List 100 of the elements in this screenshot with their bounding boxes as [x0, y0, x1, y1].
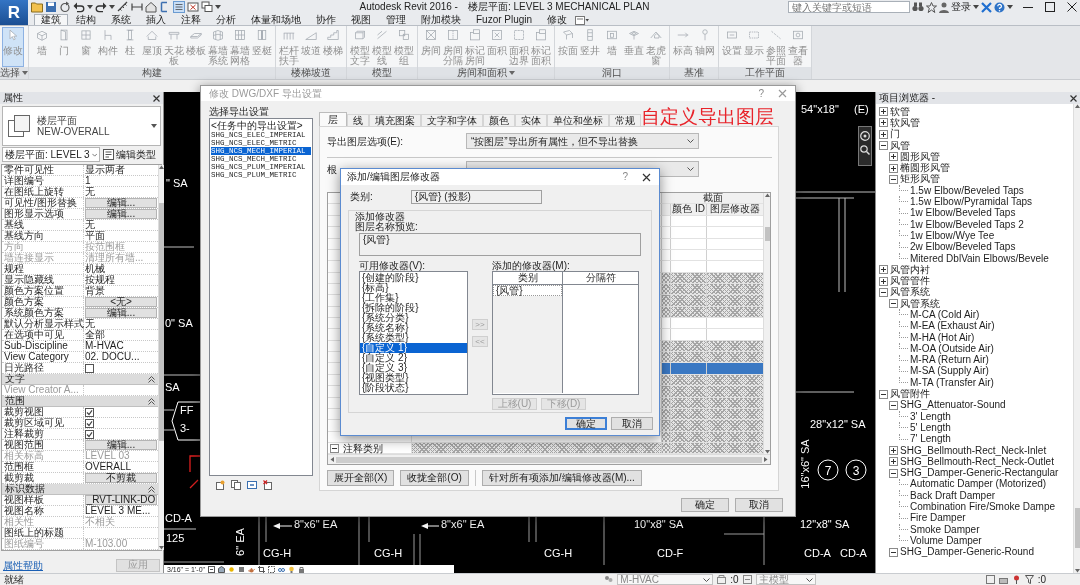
close-icon[interactable]	[642, 172, 651, 182]
list-item[interactable]: {自定义 3}	[360, 363, 467, 373]
minus-box-icon[interactable]	[330, 443, 339, 453]
tree-item[interactable]: Automatic Damper (Motorized)	[910, 479, 1047, 490]
binoculars-icon[interactable]	[912, 2, 924, 12]
zoom-icon[interactable]	[860, 145, 870, 155]
tree-item[interactable]: 风管系统	[900, 298, 940, 309]
plus-box-icon[interactable]	[879, 265, 888, 275]
undo-icon[interactable]	[73, 1, 85, 13]
ok-button[interactable]: 确定	[681, 498, 729, 512]
section-header[interactable]: 文字	[2, 374, 158, 385]
list-item[interactable]: {创建的阶段}	[360, 273, 467, 283]
checkbox[interactable]	[85, 418, 94, 428]
scroll-right-icon[interactable]	[764, 457, 768, 463]
chevron-down-icon[interactable]	[687, 139, 694, 143]
value-button[interactable]: 不剪裁	[85, 473, 157, 483]
square-outline-icon[interactable]	[985, 575, 995, 584]
list-item[interactable]: {标高}	[360, 283, 467, 293]
plus-box-icon[interactable]	[889, 457, 898, 467]
plus-box-icon[interactable]	[879, 107, 888, 117]
tree-item[interactable]: 椭圆形风管	[900, 163, 950, 174]
tree-item[interactable]: M-SA (Supply Air)	[910, 366, 989, 377]
minus-box-icon[interactable]	[879, 287, 888, 297]
expand-all-button[interactable]: 展开全部(X)	[327, 470, 395, 487]
tab[interactable]: 颜色	[483, 114, 515, 126]
tree-item[interactable]: Mitered DblVain Elbows/Bevele	[910, 253, 1049, 264]
minus-box-icon[interactable]	[889, 547, 898, 557]
list-item[interactable]: {系统分类}	[360, 313, 467, 323]
minus-box-icon[interactable]	[879, 389, 888, 399]
thin-lines-icon[interactable]	[173, 1, 185, 13]
crop-frame-icon[interactable]	[268, 565, 276, 573]
tree-item[interactable]: 2w Elbow/Beveled Taps	[910, 242, 1016, 253]
tree-item[interactable]: 风管管件	[890, 276, 930, 287]
design-option-dropdown[interactable]: 主模型	[755, 574, 816, 585]
tree-item[interactable]: 门	[890, 129, 900, 140]
teapot-icon[interactable]	[248, 565, 256, 573]
modifier-list[interactable]: {创建的阶段} {标高} {工作集} {拆除的阶段} {系统分类} {系统名称} {系统类型} {自定义 1} {自定义 2} {自定义 3} {视图类型} {阶段状态}	[359, 271, 468, 395]
value-button[interactable]: 编辑...	[85, 209, 157, 219]
delete-icon[interactable]	[263, 480, 273, 490]
tree-item[interactable]: Combination Fire/Smoke Dampe	[910, 502, 1056, 513]
new-setup-icon[interactable]	[215, 480, 225, 490]
design-options-icon[interactable]	[742, 575, 752, 584]
tree-item[interactable]: Smoke Damper	[910, 524, 980, 535]
cancel-button[interactable]: 取消	[735, 498, 783, 512]
tab[interactable]: 线	[347, 114, 369, 126]
tab[interactable]: 实体	[515, 114, 547, 126]
minus-box-icon[interactable]	[889, 468, 898, 478]
edit-modifiers-button[interactable]: 针对所有项添加/编辑修改器(M)...	[481, 470, 642, 487]
scroll-thumb[interactable]	[1074, 508, 1080, 548]
chevron-down-icon[interactable]	[687, 167, 694, 171]
switch-windows-icon[interactable]	[201, 1, 213, 13]
tree-item[interactable]: SHG_Attenuator-Sound	[900, 400, 1006, 411]
value-button[interactable]: 编辑...	[85, 198, 157, 208]
tree-item[interactable]: Volume Damper	[910, 535, 982, 546]
briefcase-icon[interactable]	[717, 575, 727, 584]
copy-icon[interactable]	[231, 480, 241, 490]
chevron-down-icon[interactable]	[805, 577, 813, 582]
tree-item[interactable]: 1w Elbow/Wye Tee	[910, 230, 995, 241]
tab[interactable]: 文字和字体	[421, 114, 483, 126]
filter-icon[interactable]	[1024, 575, 1034, 584]
measure-icon[interactable]	[117, 1, 129, 13]
tree-item[interactable]: 3' Length	[910, 411, 951, 422]
tab[interactable]: 层	[319, 112, 347, 126]
tree-item[interactable]: M-RA (Return Air)	[910, 355, 989, 366]
wheel-icon[interactable]	[860, 131, 870, 141]
tree-item[interactable]: 圆形风管	[900, 151, 940, 162]
ok-button[interactable]: 确定	[565, 417, 607, 430]
scroll-up-icon[interactable]	[159, 165, 164, 169]
scroll-thumb[interactable]	[764, 227, 770, 241]
filled-rectangle-icon[interactable]	[998, 575, 1008, 584]
chevron-down-icon[interactable]	[703, 577, 711, 582]
list-item[interactable]: {视图类型}	[360, 373, 467, 383]
navigation-bar[interactable]	[858, 126, 872, 166]
user-icon[interactable]	[939, 1, 949, 13]
minus-box-icon[interactable]	[879, 141, 888, 151]
help-icon[interactable]	[994, 1, 1005, 13]
detail-level-icon[interactable]	[208, 565, 216, 573]
maximize-icon[interactable]	[1045, 2, 1055, 12]
caret-icon[interactable]	[215, 5, 221, 9]
tree-item[interactable]: 软管	[890, 106, 910, 117]
save-icon[interactable]	[45, 1, 57, 13]
plus-box-icon[interactable]	[879, 129, 888, 139]
selected-cell[interactable]	[661, 363, 670, 374]
tree-item[interactable]: M-OA (Outside Air)	[910, 343, 994, 354]
value-button[interactable]: 编辑...	[85, 308, 157, 318]
tree-item[interactable]: 注释类别	[343, 442, 383, 454]
tree-item[interactable]: M-CA (Cold Air)	[910, 310, 980, 320]
redo-icon[interactable]	[95, 1, 107, 13]
caret-icon[interactable]	[1007, 5, 1013, 9]
tree-item[interactable]: 1.5w Elbow/Pyramidal Taps	[910, 197, 1033, 207]
list-item[interactable]: {阶段状态}	[360, 383, 467, 393]
collapse-all-button[interactable]: 收拢全部(O)	[400, 470, 469, 487]
value-button[interactable]: <无>	[85, 297, 157, 307]
plus-box-icon[interactable]	[889, 446, 898, 456]
tree-item[interactable]: M-EA (Exhaust Air)	[910, 321, 995, 332]
sign-in-link[interactable]: 登录	[951, 1, 971, 13]
dropdown-field[interactable]: “按图层”导出所有属性，但不导出替换	[466, 133, 699, 149]
caret-icon[interactable]	[87, 5, 93, 9]
preview-field[interactable]: {风管}	[359, 233, 641, 256]
selected-cell[interactable]	[706, 363, 763, 374]
